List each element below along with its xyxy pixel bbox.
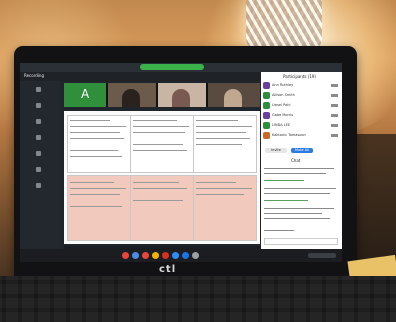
browser-bar (20, 63, 342, 72)
video-tile[interactable] (208, 83, 260, 107)
doc-cell (67, 115, 131, 173)
meeting-top-bar: Recording (20, 72, 260, 81)
video-tile[interactable]: A (64, 83, 106, 107)
docs-icon[interactable] (182, 252, 189, 259)
participants-title: Participants (19) (283, 74, 316, 79)
os-taskbar (20, 249, 342, 262)
avatar (263, 82, 270, 89)
video-tile[interactable] (108, 83, 156, 107)
laptop-brand-logo: ctl (159, 264, 177, 275)
rail-icon[interactable] (36, 135, 41, 140)
doc-cell-highlight (67, 175, 131, 241)
participant-figure (172, 89, 190, 107)
youtube-icon[interactable] (162, 252, 169, 259)
participant-name: LINDA LEE (272, 123, 291, 127)
settings-icon[interactable] (192, 252, 199, 259)
files-icon[interactable] (132, 252, 139, 259)
avatar (263, 122, 270, 129)
participant-row[interactable]: Gabe Morris (263, 112, 340, 120)
mic-icon[interactable] (331, 94, 338, 97)
rail-icon[interactable] (36, 183, 41, 188)
mic-icon[interactable] (331, 134, 338, 137)
participants-panel: Participants (19) Ann Ruthley Allison Smi… (261, 72, 342, 249)
doc-cell (130, 115, 194, 173)
mic-icon[interactable] (331, 104, 338, 107)
status-tray[interactable] (308, 253, 336, 258)
mute-all-button[interactable]: Mute All (291, 148, 313, 153)
background-furniture (356, 134, 396, 260)
participant-name: Allison Smith (272, 93, 295, 97)
gmail-icon[interactable] (142, 252, 149, 259)
crystal-lamp (246, 0, 322, 52)
mic-icon[interactable] (331, 124, 338, 127)
rail-icon[interactable] (36, 167, 41, 172)
chrome-icon[interactable] (122, 252, 129, 259)
participant-row[interactable]: Allison Smith (263, 92, 340, 100)
rail-icon[interactable] (36, 151, 41, 156)
mic-icon[interactable] (331, 84, 338, 87)
participant-name: Liesel Pohl (272, 103, 291, 107)
avatar (263, 132, 270, 139)
doc-cell-highlight (193, 175, 257, 241)
participant-row[interactable]: Kaktanic Tomasoon (263, 132, 340, 140)
avatar (263, 112, 270, 119)
video-gallery: A (64, 83, 260, 107)
participant-name: Kaktanic Tomasoon (272, 133, 306, 137)
invite-button[interactable]: Invite (265, 148, 287, 153)
participant-name: Gabe Morris (272, 113, 294, 117)
laptop-screen: Recording A Participants (19) Ann Ruthle… (20, 63, 342, 262)
drive-icon[interactable] (152, 252, 159, 259)
avatar-letter: A (81, 87, 90, 101)
chat-title: Chat (291, 158, 301, 163)
doc-cell (193, 115, 257, 173)
rail-icon[interactable] (36, 103, 41, 108)
rail-icon[interactable] (36, 119, 41, 124)
doc-table-row (67, 115, 257, 173)
participant-row[interactable]: Ann Ruthley (263, 82, 340, 90)
participant-row[interactable]: LINDA LEE (263, 122, 340, 130)
screen-share-indicator[interactable] (140, 64, 204, 70)
meeting-left-rail (20, 81, 60, 249)
participant-figure (122, 89, 140, 107)
doc-table-row (67, 175, 257, 241)
participant-figure (224, 89, 242, 107)
chat-input[interactable] (264, 238, 338, 245)
doc-cell-highlight (130, 175, 194, 241)
video-tile[interactable] (158, 83, 206, 107)
laptop-keyboard (0, 276, 396, 322)
photo-scene: Recording A Participants (19) Ann Ruthle… (0, 0, 396, 322)
recording-label: Recording (24, 73, 45, 78)
participant-name: Ann Ruthley (272, 83, 294, 87)
avatar (263, 102, 270, 109)
participant-row[interactable]: Liesel Pohl (263, 102, 340, 110)
mic-icon[interactable] (331, 114, 338, 117)
zoom-icon[interactable] (172, 252, 179, 259)
rail-icon[interactable] (36, 87, 41, 92)
shared-document (64, 111, 260, 244)
avatar (263, 92, 270, 99)
